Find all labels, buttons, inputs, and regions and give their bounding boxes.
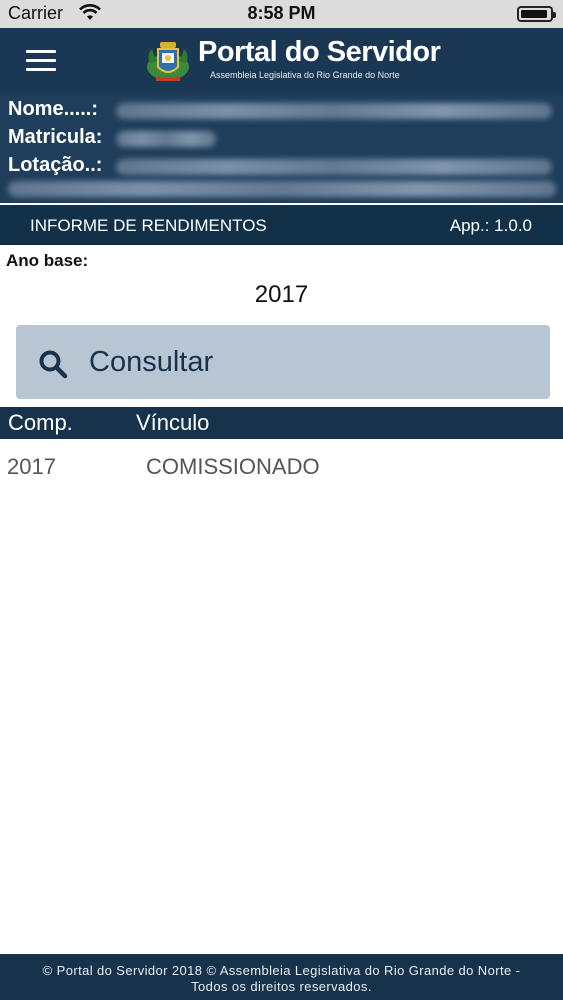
footer: © Portal do Servidor 2018 © Assembleia L…	[0, 954, 563, 1000]
matricula-label: Matricula:	[8, 126, 103, 148]
lotacao-label: Lotação..:	[8, 154, 103, 176]
ano-base-picker[interactable]: 2017	[0, 281, 563, 309]
ano-base-label: Ano base:	[6, 251, 89, 270]
clock: 8:58 PM	[247, 3, 316, 23]
cell-comp: 2017	[7, 454, 56, 479]
menu-bar-icon	[26, 59, 56, 62]
section-title: INFORME DE RENDIMENTOS	[30, 216, 267, 235]
consultar-button[interactable]: Consultar	[16, 325, 550, 399]
column-header-vinculo: Vínculo	[136, 410, 210, 435]
table-row[interactable]: 2017 COMISSIONADO	[0, 449, 563, 487]
matricula-value-redacted	[116, 131, 216, 147]
consultar-label: Consultar	[89, 346, 214, 378]
app-subtitle: Assembleia Legislativa do Rio Grande do …	[210, 70, 400, 80]
status-bar: Carrier 8:58 PM	[0, 0, 563, 28]
menu-bar-icon	[26, 68, 56, 71]
footer-copyright: © Portal do Servidor 2018 © Assembleia L…	[42, 963, 521, 978]
app-header: Portal do Servidor Assembleia Legislativ…	[0, 28, 563, 95]
name-value-redacted	[116, 103, 552, 119]
menu-button[interactable]	[26, 50, 56, 72]
cell-vinculo: COMISSIONADO	[146, 454, 320, 479]
table-header: Comp. Vínculo	[0, 407, 563, 439]
battery-icon	[517, 6, 556, 22]
search-icon	[39, 350, 68, 379]
name-label: Nome.....:	[8, 98, 99, 120]
app-version: App.: 1.0.0	[449, 216, 532, 235]
menu-bar-icon	[26, 50, 56, 53]
column-header-comp: Comp.	[8, 410, 73, 435]
user-info-panel: Nome.....: Matricula: Lotação..:	[0, 95, 563, 203]
section-bar: INFORME DE RENDIMENTOS App.: 1.0.0	[0, 205, 563, 245]
app-title: Portal do Servidor	[198, 36, 441, 68]
footer-rights: Todos os direitos reservados.	[191, 979, 372, 994]
lotacao-value-redacted	[8, 181, 556, 197]
lotacao-value-redacted	[116, 159, 552, 175]
crest-logo-icon	[147, 42, 189, 81]
